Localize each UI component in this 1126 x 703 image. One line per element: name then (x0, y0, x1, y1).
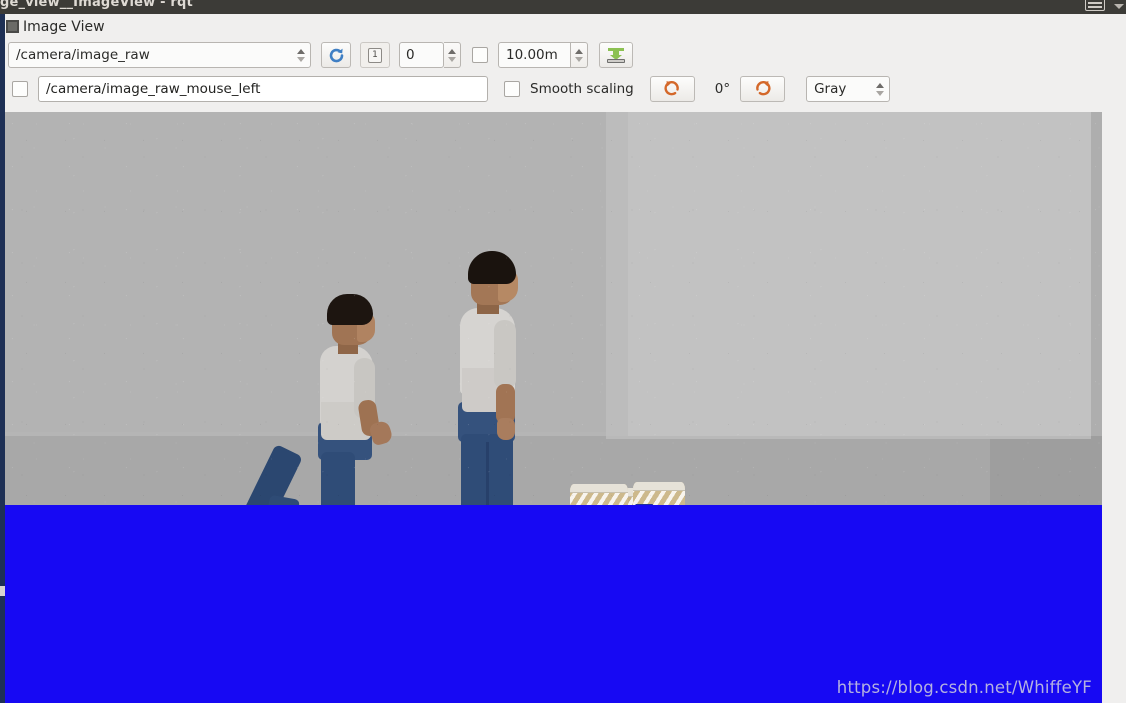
image-canvas[interactable]: E AND EINIE MILWAUKEE T & BECKER CO. E (5, 112, 1102, 703)
max-range-input[interactable]: 10.00m (498, 42, 571, 68)
simulated-camera-scene: E AND EINIE MILWAUKEE T & BECKER CO. E (5, 112, 1102, 505)
max-range-stepper[interactable] (571, 42, 588, 68)
rotation-label: 0° (714, 81, 731, 97)
rotate-right-icon (754, 78, 772, 100)
max-range-checkbox[interactable] (472, 47, 488, 63)
dropdown-caret-icon[interactable] (1114, 4, 1124, 9)
toolbar-row-secondary: /camera/image_raw_mouse_left Smooth scal… (12, 74, 1118, 104)
refresh-icon (328, 47, 345, 64)
colormap-select[interactable]: Gray (806, 76, 891, 102)
publish-click-checkbox[interactable] (12, 81, 28, 97)
keyboard-icon[interactable] (1085, 0, 1105, 11)
save-image-button[interactable] (599, 42, 633, 68)
topic-select-value: /camera/image_raw (16, 47, 150, 63)
rotate-left-button[interactable] (649, 76, 695, 102)
window-titlebar: ge_view__ImageView - rqt (0, 0, 1126, 14)
refresh-button[interactable] (321, 42, 351, 68)
beer-can-right: E STEI CONTENTS 12 FLUID OZ RHARDT & (633, 482, 685, 505)
image-view-panel: Image View /camera/image_raw 1 0 10.00m … (0, 14, 1126, 703)
frame-number-icon: 1 (368, 47, 382, 63)
chevron-updown-icon[interactable] (872, 78, 887, 100)
scene-wall-panel (606, 112, 1091, 437)
beer-can-left: E AND EINIE MILWAUKEE T & BECKER CO. (570, 484, 628, 505)
application-window: ge_view__ImageView - rqt Image View /cam… (0, 0, 1126, 703)
watermark-text: https://blog.csdn.net/WhiffeYF (836, 678, 1092, 697)
panel-header: Image View (6, 17, 105, 36)
scene-floor-right (990, 436, 1102, 505)
save-image-icon (606, 47, 626, 64)
scene-wall-panel-shadow (606, 112, 628, 437)
topic-select[interactable]: /camera/image_raw (8, 42, 311, 68)
frame-number-input[interactable]: 0 (399, 42, 444, 68)
scene-floor-seam (606, 436, 1091, 439)
scene-wall-panel-edge (1091, 112, 1102, 437)
panel-title: Image View (23, 18, 105, 35)
smooth-scaling-label: Smooth scaling (530, 81, 634, 97)
rotate-right-button[interactable] (740, 76, 786, 102)
overlay-blue-region (5, 505, 1102, 703)
titlebar-icon-group (1085, 0, 1124, 11)
chevron-updown-icon[interactable] (293, 44, 308, 66)
rotate-left-icon (663, 78, 681, 100)
smooth-scaling-checkbox[interactable] (504, 81, 520, 97)
panel-icon (6, 20, 19, 33)
scene-floor (5, 436, 1102, 505)
toolbar-row-primary: /camera/image_raw 1 0 10.00m (8, 40, 1118, 70)
frame-number-stepper[interactable] (444, 42, 461, 68)
colormap-select-value: Gray (814, 81, 847, 97)
publish-topic-input[interactable]: /camera/image_raw_mouse_left (38, 76, 488, 102)
window-title: ge_view__ImageView - rqt (0, 0, 193, 10)
frame-button[interactable]: 1 (360, 42, 390, 68)
beer-can-right-letter: E (635, 498, 656, 505)
